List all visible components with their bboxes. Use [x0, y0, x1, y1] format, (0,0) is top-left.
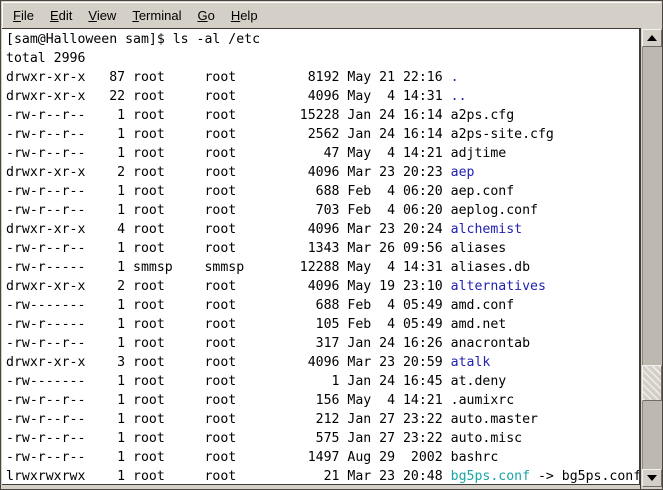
file-name: adjtime: [451, 146, 507, 161]
file-attributes: -rw------- 1 root root 688 Feb 4 05:49: [6, 298, 451, 313]
menu-file-mnemonic: F: [13, 8, 21, 23]
scrollbar-thumb[interactable]: [642, 365, 662, 401]
menu-bar: File Edit View Terminal Go Help: [2, 2, 661, 28]
terminal-line: drwxr-xr-x 22 root root 4096 May 4 14:31…: [6, 87, 639, 106]
file-name: aeplog.conf: [451, 203, 538, 218]
terminal-line: -rw-r--r-- 1 root root 47 May 4 14:21 ad…: [6, 144, 639, 163]
file-name: .: [451, 70, 459, 85]
terminal-line: lrwxrwxrwx 1 root root 21 Mar 23 20:48 b…: [6, 467, 639, 485]
file-attributes: -rw-r--r-- 1 root root 575 Jan 27 23:22: [6, 431, 451, 446]
terminal-line: -rw-r--r-- 1 root root 688 Feb 4 06:20 a…: [6, 182, 639, 201]
file-attributes: drwxr-xr-x 3 root root 4096 Mar 23 20:59: [6, 355, 451, 370]
terminal-line: -rw------- 1 root root 1 Jan 24 16:45 at…: [6, 372, 639, 391]
terminal-line: -rw-r--r-- 1 root root 15228 Jan 24 16:1…: [6, 106, 639, 125]
file-name: amd.net: [451, 317, 507, 332]
terminal-line: -rw------- 1 root root 688 Feb 4 05:49 a…: [6, 296, 639, 315]
file-attributes: drwxr-xr-x 2 root root 4096 Mar 23 20:23: [6, 165, 451, 180]
file-attributes: -rw-r--r-- 1 root root 1343 Mar 26 09:56: [6, 241, 451, 256]
terminal-line: drwxr-xr-x 2 root root 4096 May 19 23:10…: [6, 277, 639, 296]
terminal-line: drwxr-xr-x 2 root root 4096 Mar 23 20:23…: [6, 163, 639, 182]
menu-go-label: o: [208, 8, 215, 23]
menu-view[interactable]: View: [80, 4, 124, 27]
file-attributes: drwxr-xr-x 2 root root 4096 May 19 23:10: [6, 279, 451, 294]
terminal-line: -rw-r----- 1 smmsp smmsp 12288 May 4 14:…: [6, 258, 639, 277]
terminal-line: drwxr-xr-x 87 root root 8192 May 21 22:1…: [6, 68, 639, 87]
file-attributes: -rw-r--r-- 1 root root 156 May 4 14:21: [6, 393, 451, 408]
file-attributes: -rw-r--r-- 1 root root 317 Jan 24 16:26: [6, 336, 451, 351]
file-attributes: -rw------- 1 root root 1 Jan 24 16:45: [6, 374, 451, 389]
file-name: anacrontab: [451, 336, 530, 351]
file-name: amd.conf: [451, 298, 515, 313]
file-attributes: drwxr-xr-x 87 root root 8192 May 21 22:1…: [6, 70, 451, 85]
file-attributes: -rw-r--r-- 1 root root 47 May 4 14:21: [6, 146, 451, 161]
file-name: a2ps.cfg: [451, 108, 515, 123]
menu-help[interactable]: Help: [223, 4, 266, 27]
file-name: a2ps-site.cfg: [451, 127, 554, 142]
file-name: at.deny: [451, 374, 507, 389]
terminal-line: -rw-r--r-- 1 root root 1343 Mar 26 09:56…: [6, 239, 639, 258]
terminal-viewport[interactable]: [sam@Halloween sam]$ ls -al /etctotal 29…: [2, 29, 640, 485]
terminal-output: [sam@Halloween sam]$ ls -al /etctotal 29…: [2, 29, 639, 485]
terminal-line: drwxr-xr-x 4 root root 4096 Mar 23 20:24…: [6, 220, 639, 239]
menu-file-label: ile: [21, 8, 34, 23]
terminal-line: -rw-r--r-- 1 root root 2562 Jan 24 16:14…: [6, 125, 639, 144]
file-name: alchemist: [451, 222, 522, 237]
file-name: aep: [451, 165, 475, 180]
menu-terminal-label: erminal: [139, 8, 182, 23]
file-attributes: -rw-r--r-- 1 root root 1497 Aug 29 2002: [6, 450, 451, 465]
scroll-up-button[interactable]: [642, 29, 662, 47]
menu-go[interactable]: Go: [189, 4, 222, 27]
file-name: bg5ps.conf: [451, 469, 530, 484]
terminal-line: -rw-r--r-- 1 root root 317 Jan 24 16:26 …: [6, 334, 639, 353]
file-name: bashrc: [451, 450, 499, 465]
file-attributes: -rw-r--r-- 1 root root 703 Feb 4 06:20: [6, 203, 451, 218]
file-attributes: drwxr-xr-x 22 root root 4096 May 4 14:31: [6, 89, 451, 104]
menu-view-label: iew: [97, 8, 117, 23]
symlink-target: -> bg5ps.conf: [530, 469, 640, 484]
terminal-line: -rw-r----- 1 root root 105 Feb 4 05:49 a…: [6, 315, 639, 334]
menu-view-mnemonic: V: [88, 8, 96, 23]
terminal-line: drwxr-xr-x 3 root root 4096 Mar 23 20:59…: [6, 353, 639, 372]
menu-go-mnemonic: G: [197, 8, 207, 23]
file-attributes: drwxr-xr-x 4 root root 4096 Mar 23 20:24: [6, 222, 451, 237]
file-name: ..: [451, 89, 467, 104]
terminal-line: -rw-r--r-- 1 root root 1497 Aug 29 2002 …: [6, 448, 639, 467]
menu-edit[interactable]: Edit: [42, 4, 80, 27]
scroll-down-button[interactable]: [642, 469, 662, 487]
file-attributes: -rw-r--r-- 1 root root 212 Jan 27 23:22: [6, 412, 451, 427]
scrollbar: [640, 28, 663, 489]
menu-edit-label: dit: [59, 8, 73, 23]
file-name: aliases.db: [451, 260, 530, 275]
menu-help-label: elp: [240, 8, 257, 23]
menu-file[interactable]: File: [5, 4, 42, 27]
file-name: aliases: [451, 241, 507, 256]
terminal-line: -rw-r--r-- 1 root root 212 Jan 27 23:22 …: [6, 410, 639, 429]
menu-terminal[interactable]: Terminal: [124, 4, 189, 27]
scrollbar-trough[interactable]: [642, 47, 662, 469]
terminal-line: -rw-r--r-- 1 root root 156 May 4 14:21 .…: [6, 391, 639, 410]
terminal-line: [sam@Halloween sam]$ ls -al /etc: [6, 30, 639, 49]
scroll-up-icon: [647, 35, 657, 41]
scroll-down-icon: [647, 475, 657, 481]
file-attributes: -rw-r--r-- 1 root root 688 Feb 4 06:20: [6, 184, 451, 199]
file-name: atalk: [451, 355, 491, 370]
file-name: auto.master: [451, 412, 538, 427]
menu-help-mnemonic: H: [231, 8, 240, 23]
file-attributes: -rw-r--r-- 1 root root 2562 Jan 24 16:14: [6, 127, 451, 142]
file-name: auto.misc: [451, 431, 522, 446]
menu-edit-mnemonic: E: [50, 8, 59, 23]
terminal-line: -rw-r--r-- 1 root root 703 Feb 4 06:20 a…: [6, 201, 639, 220]
file-name: .aumixrc: [451, 393, 515, 408]
file-attributes: -rw-r----- 1 smmsp smmsp 12288 May 4 14:…: [6, 260, 451, 275]
terminal-line: total 2996: [6, 49, 639, 68]
file-attributes: -rw-r--r-- 1 root root 15228 Jan 24 16:1…: [6, 108, 451, 123]
file-attributes: lrwxrwxrwx 1 root root 21 Mar 23 20:48: [6, 469, 451, 484]
terminal-window: File Edit View Terminal Go Help [sam@Hal…: [0, 0, 663, 490]
file-attributes: -rw-r----- 1 root root 105 Feb 4 05:49: [6, 317, 451, 332]
file-name: alternatives: [451, 279, 546, 294]
file-name: aep.conf: [451, 184, 515, 199]
terminal-line: -rw-r--r-- 1 root root 575 Jan 27 23:22 …: [6, 429, 639, 448]
